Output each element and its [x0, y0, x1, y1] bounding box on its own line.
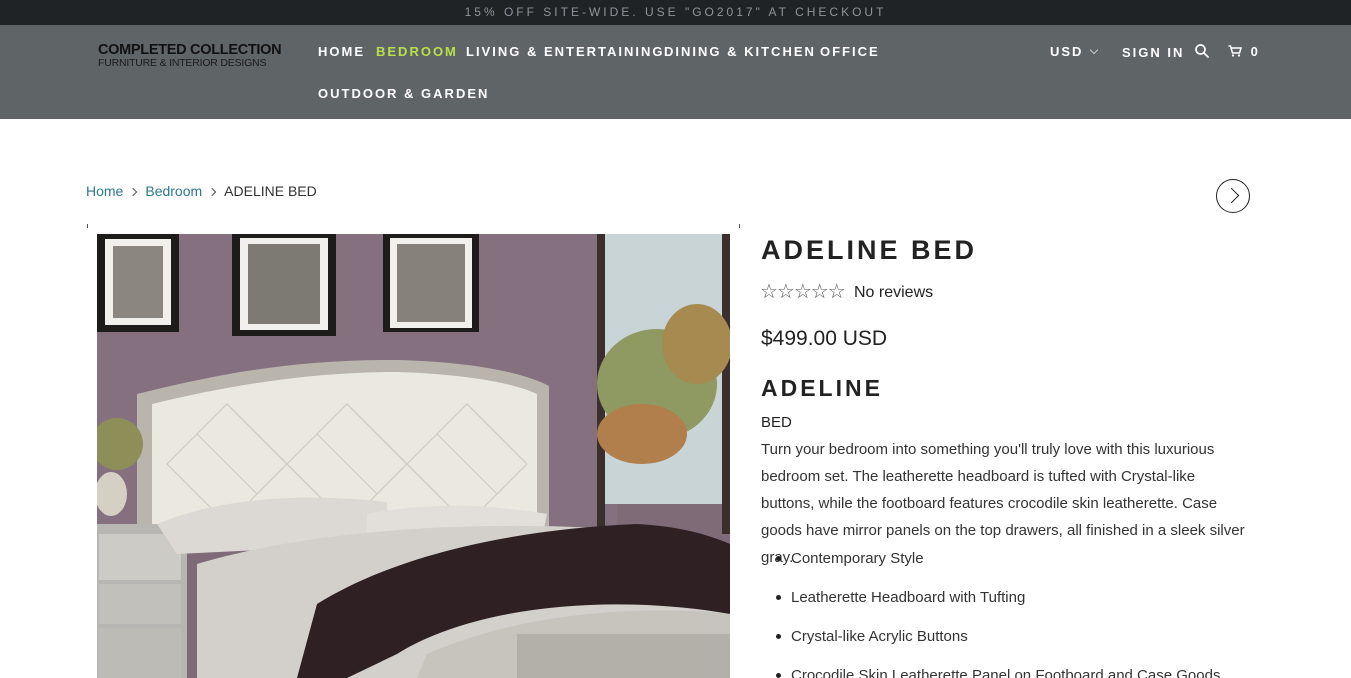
nav-item-bedroom[interactable]: BEDROOM [376, 44, 458, 60]
next-product-button[interactable] [1216, 179, 1250, 213]
currency-selector[interactable]: USD [1050, 44, 1099, 60]
product-subtitle: ADELINE [761, 375, 883, 401]
cart-link[interactable]: 0 [1228, 44, 1260, 60]
nav-item-home[interactable]: HOME [318, 44, 365, 60]
product-title: ADELINE BED [761, 235, 978, 265]
cart-count: 0 [1250, 44, 1260, 59]
chevron-right-icon [129, 187, 138, 197]
nav-item-dining-kitchen[interactable]: DINING & KITCHEN [664, 44, 816, 60]
chevron-down-icon [1090, 45, 1099, 55]
site-header: COMPLETED COLLECTION FURNITURE & INTERIO… [0, 25, 1351, 119]
feature-item: Crystal-like Acrylic Buttons [776, 623, 1261, 662]
reviews-count[interactable]: No reviews [854, 284, 933, 302]
search-icon[interactable] [1194, 43, 1210, 59]
nav-item-living-entertaining[interactable]: LIVING & ENTERTAINING [466, 44, 664, 60]
feature-item: Contemporary Style [776, 545, 1261, 584]
currency-label: USD [1050, 44, 1084, 59]
sign-in-link[interactable]: SIGN IN [1122, 45, 1184, 61]
logo-main-text: COMPLETED COLLECTION [98, 42, 282, 58]
breadcrumb-current: ADELINE BED [224, 183, 317, 199]
site-logo[interactable]: COMPLETED COLLECTION FURNITURE & INTERIO… [98, 43, 283, 73]
chevron-right-icon [207, 187, 217, 197]
product-type: BED [761, 414, 792, 431]
breadcrumb: Home Bedroom ADELINE BED [86, 183, 317, 200]
logo-sub-text: FURNITURE & INTERIOR DESIGNS [98, 57, 267, 69]
breadcrumb-home[interactable]: Home [86, 183, 123, 199]
rating-stars[interactable]: ☆☆☆☆☆ [760, 281, 846, 303]
feature-item: Leatherette Headboard with Tufting [776, 584, 1261, 623]
nav-item-outdoor-garden[interactable]: OUTDOOR & GARDEN [318, 86, 489, 102]
promo-text: 15% OFF SITE-WIDE. USE "GO2017" AT CHECK… [464, 5, 887, 19]
product-image[interactable] [97, 234, 730, 678]
cart-icon [1228, 45, 1243, 57]
breadcrumb-bedroom[interactable]: Bedroom [145, 183, 202, 199]
promo-banner: 15% OFF SITE-WIDE. USE "GO2017" AT CHECK… [0, 0, 1351, 25]
feature-list: Contemporary Style Leatherette Headboard… [776, 545, 1261, 678]
nav-item-office[interactable]: OFFICE [820, 44, 880, 60]
product-price: $499.00 USD [761, 327, 888, 350]
feature-item: Crocodile Skin Leatherette Panel on Foot… [776, 662, 1261, 678]
